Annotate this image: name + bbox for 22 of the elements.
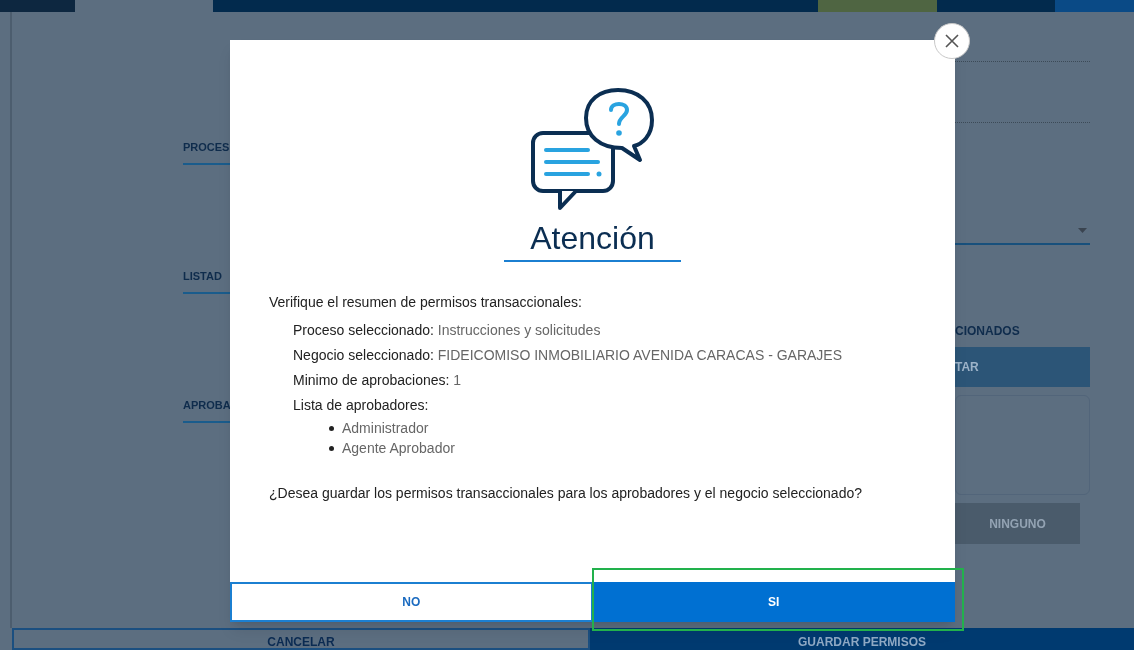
bullet-icon [329, 425, 334, 431]
select-none-button[interactable]: NINGUNO [955, 503, 1080, 544]
save-permissions-button[interactable]: GUARDAR PERMISOS [590, 628, 1134, 650]
select-all-button[interactable]: TAR [955, 347, 1090, 387]
confirmation-question: ¿Desea guardar los permisos transaccionales para los aprobadores y el negocio seleccionado? [269, 484, 863, 503]
caret-icon [1078, 228, 1087, 233]
cancel-button[interactable]: CANCELAR [12, 628, 590, 650]
confirm-button[interactable]: SI [592, 582, 955, 622]
summary-line: Minimo de aprobaciones: 1 [293, 371, 463, 390]
decline-button[interactable]: NO [230, 582, 593, 622]
close-icon [945, 34, 959, 48]
close-button[interactable] [934, 23, 970, 59]
summary-line: Proceso seleccionado: Instrucciones y solicitudes [293, 321, 602, 340]
summary-line: Negocio seleccionado: FIDEICOMISO INMOBILIARIO AVENIDA CARACAS - GARAJES [293, 346, 844, 365]
approver-item: Administrador [342, 419, 429, 438]
speech-bubbles-question-icon [529, 88, 656, 212]
summary-intro: Verifique el resumen de permisos transaccionales: [269, 293, 583, 312]
approver-item: Agente Aprobador [342, 439, 455, 458]
dialog-title: Atención [504, 218, 681, 262]
section-heading: CIONADOS [955, 323, 1021, 339]
bullet-icon [329, 445, 334, 451]
summary-line: Lista de aprobadores: [293, 396, 430, 415]
